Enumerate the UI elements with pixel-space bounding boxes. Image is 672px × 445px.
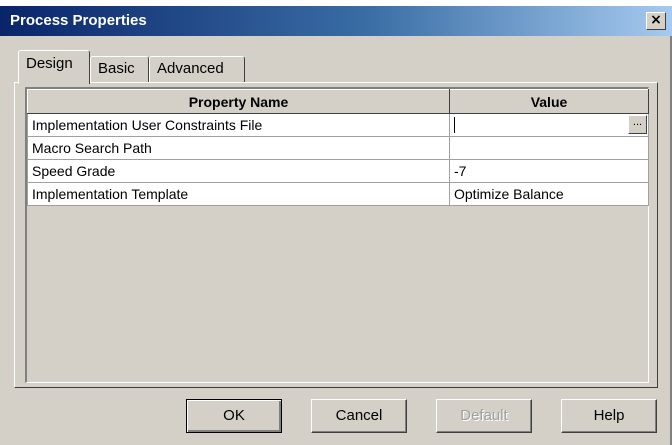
macro-search-path-value[interactable] <box>449 136 649 160</box>
browse-button[interactable]: ... <box>628 115 647 134</box>
user-constraints-file-input[interactable]: ... <box>449 113 649 137</box>
table-row[interactable]: Speed Grade -7 <box>27 159 649 183</box>
tab-advanced-label: Advanced <box>157 60 224 77</box>
cancel-button[interactable]: Cancel <box>311 399 407 433</box>
window-title: Process Properties <box>10 12 147 29</box>
tab-basic[interactable]: Basic <box>90 56 149 82</box>
property-grid: Property Name Value Implementation User … <box>25 87 649 383</box>
tab-advanced[interactable]: Advanced <box>149 56 245 82</box>
property-table: Property Name Value Implementation User … <box>27 89 649 206</box>
default-button[interactable]: Default <box>436 399 532 433</box>
column-header-value[interactable]: Value <box>449 89 649 114</box>
tab-panel-design: Property Name Value Implementation User … <box>14 82 658 388</box>
property-name-cell: Speed Grade <box>27 159 450 183</box>
speed-grade-value[interactable]: -7 <box>449 159 649 183</box>
help-button[interactable]: Help <box>561 399 657 433</box>
process-properties-dialog: Process Properties × Design Basic Advanc… <box>0 0 672 445</box>
ok-button[interactable]: OK <box>186 399 282 433</box>
tab-design-label: Design <box>26 55 73 72</box>
table-row[interactable]: Implementation User Constraints File ... <box>27 113 649 137</box>
column-header-property-name[interactable]: Property Name <box>27 89 450 114</box>
property-name-cell: Implementation User Constraints File <box>27 113 450 137</box>
property-name-cell: Implementation Template <box>27 182 450 206</box>
table-row[interactable]: Macro Search Path <box>27 136 649 160</box>
implementation-template-value[interactable]: Optimize Balance <box>449 182 649 206</box>
table-header-row: Property Name Value <box>27 89 649 114</box>
text-caret <box>454 117 455 133</box>
close-icon[interactable]: × <box>646 12 666 30</box>
title-bar[interactable]: Process Properties × <box>0 6 672 36</box>
tab-design[interactable]: Design <box>18 50 90 84</box>
property-name-cell: Macro Search Path <box>27 136 450 160</box>
tab-basic-label: Basic <box>98 60 135 77</box>
table-row[interactable]: Implementation Template Optimize Balance <box>27 182 649 206</box>
